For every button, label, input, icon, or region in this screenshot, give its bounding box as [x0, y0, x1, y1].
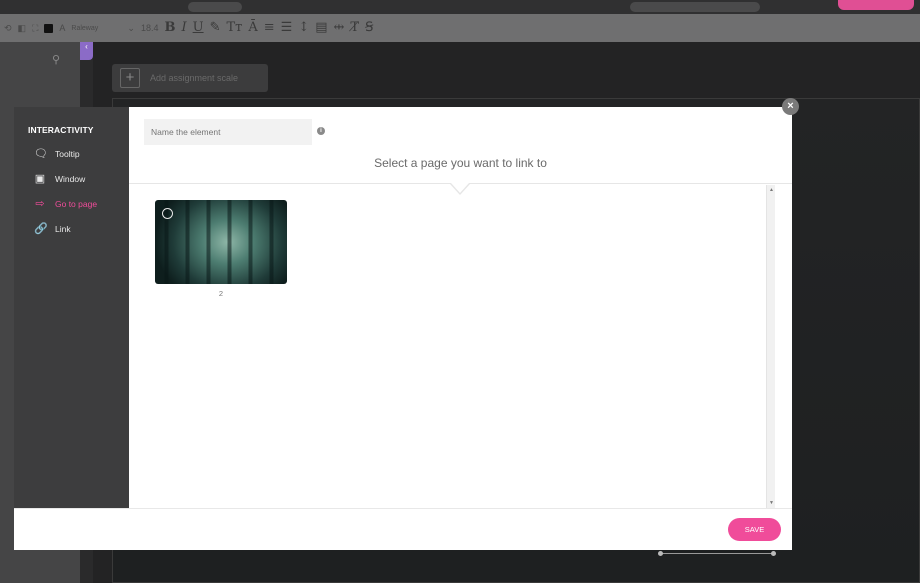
top-tab[interactable]	[188, 2, 242, 12]
align-icon[interactable]: ≡	[264, 14, 275, 42]
plus-icon: +	[120, 68, 140, 88]
text-effect-icon[interactable]: Ā	[248, 14, 257, 42]
sidebar-item-label: Link	[55, 224, 71, 234]
zoom-slider-handle[interactable]	[771, 551, 776, 556]
sidebar-item-label: Tooltip	[55, 149, 80, 159]
page-list: 2	[129, 185, 766, 508]
interactivity-sidebar: INTERACTIVITY 🗨 Tooltip ▣ Window ⇨ Go to…	[14, 107, 129, 508]
sidebar-item-tooltip[interactable]: 🗨 Tooltip	[34, 146, 80, 162]
panel-search[interactable]: ⚲	[4, 48, 70, 70]
undo-icon[interactable]: ⟲	[4, 14, 12, 42]
modal-footer: SAVE	[14, 508, 792, 550]
speech-bubble-icon: 🗨	[34, 148, 48, 160]
go-to-page-arrow-icon: ⇨	[35, 198, 45, 210]
list-icon[interactable]: ☰	[281, 14, 293, 42]
font-size-value[interactable]: 18.4	[141, 14, 159, 42]
page-list-scrollbar[interactable]: ▲ ▼	[766, 185, 775, 508]
bold-icon[interactable]: B	[164, 14, 175, 42]
modal-header: i Select a page you want to link to	[129, 107, 792, 184]
add-assignment-button[interactable]: + Add assignment scale	[112, 64, 268, 92]
underline-icon[interactable]: U	[193, 14, 204, 42]
info-icon[interactable]: i	[317, 127, 325, 135]
formatting-toolbar: ⟲ ◧ ⛶ A Raleway ⌄ 18.4 B I U ✎ Tт Ā ≡ ☰ …	[0, 14, 920, 42]
letter-spacing-icon[interactable]: ⇹	[334, 14, 345, 42]
text-size-icon[interactable]: Tт	[226, 14, 242, 42]
sidebar-title: INTERACTIVITY	[28, 125, 94, 135]
link-modal-content: i Select a page you want to link to 2 ▲ …	[129, 107, 792, 508]
search-icon[interactable]: ⚲	[52, 53, 60, 66]
select-page-prompt: Select a page you want to link to	[374, 156, 547, 170]
publish-button[interactable]	[838, 0, 914, 10]
highlight-icon[interactable]: ✎	[210, 14, 221, 42]
paragraph-icon[interactable]: ▤	[315, 14, 327, 42]
window-icon: ▣	[34, 173, 46, 185]
italic-icon[interactable]: I	[181, 14, 186, 42]
chevron-down-icon[interactable]: ⌄	[127, 14, 135, 42]
close-icon[interactable]: ×	[782, 98, 799, 115]
zoom-slider-handle[interactable]	[658, 551, 663, 556]
element-name-input[interactable]	[144, 119, 312, 145]
color-swatch[interactable]	[44, 23, 54, 33]
strikethrough-icon[interactable]: Ꞩ	[365, 14, 373, 42]
font-family-select[interactable]: Raleway	[71, 25, 121, 32]
top-tab[interactable]	[630, 2, 760, 12]
crop-icon[interactable]: ⛶	[32, 14, 38, 42]
line-height-icon[interactable]: ↕	[298, 14, 309, 42]
page-number: 2	[218, 289, 224, 298]
sidebar-item-go-to-page[interactable]: ⇨ Go to page	[34, 196, 97, 212]
layout-icon[interactable]: ◧	[18, 14, 27, 42]
app-top-bar	[0, 0, 920, 14]
sidebar-item-window[interactable]: ▣ Window	[34, 171, 85, 187]
scroll-up-icon[interactable]: ▲	[767, 187, 776, 193]
page-select-radio[interactable]	[162, 208, 173, 219]
sidebar-item-link[interactable]: 🔗 Link	[34, 221, 71, 237]
panel-toggle-tab[interactable]: ‹	[80, 42, 93, 60]
text-color-icon[interactable]: A	[59, 14, 65, 42]
zoom-slider-track[interactable]	[660, 553, 774, 554]
sidebar-item-label: Window	[55, 174, 86, 184]
sidebar-item-label: Go to page	[55, 199, 98, 209]
save-button[interactable]: SAVE	[728, 518, 781, 541]
add-assignment-label: Add assignment scale	[150, 73, 239, 83]
clear-format-icon[interactable]: T̸	[350, 14, 359, 42]
page-thumbnail[interactable]	[155, 200, 287, 284]
scroll-down-icon[interactable]: ▼	[767, 500, 776, 506]
link-icon: 🔗	[34, 223, 48, 235]
